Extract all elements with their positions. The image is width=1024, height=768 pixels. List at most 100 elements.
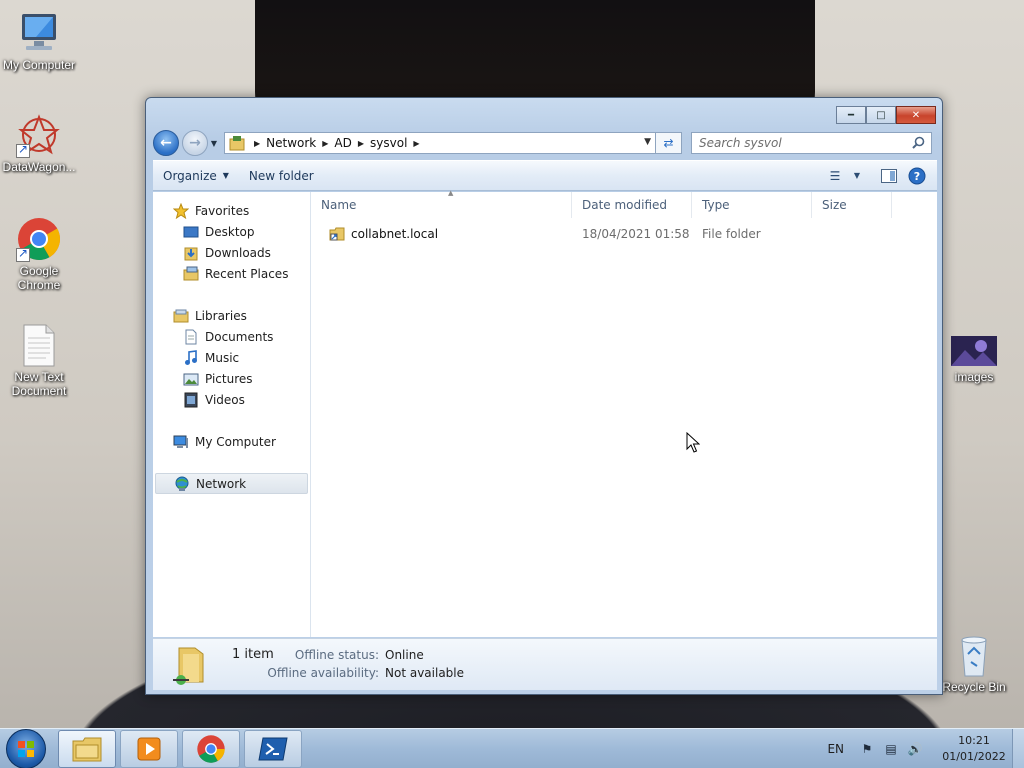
nav-item-music[interactable]: Music	[153, 347, 310, 368]
forward-button[interactable]: →	[182, 130, 208, 156]
column-header-label: Type	[702, 198, 730, 212]
breadcrumb-network[interactable]: Network	[266, 136, 316, 150]
start-orb-icon	[18, 740, 34, 757]
file-type: File folder	[702, 227, 761, 241]
desktop-icon-label: Google Chrome	[17, 264, 61, 292]
view-controls: ☰ ▼ ?	[821, 165, 937, 187]
language-indicator[interactable]: EN	[827, 742, 844, 756]
desktop-icon-label: images	[954, 370, 994, 384]
window-controls: ━ □ ✕	[836, 106, 936, 124]
nav-item-label: Network	[196, 476, 247, 491]
volume-icon[interactable]: 🔊	[906, 741, 924, 757]
minimize-button[interactable]: ━	[836, 106, 866, 124]
show-desktop-button[interactable]	[1012, 728, 1024, 768]
close-icon: ✕	[911, 109, 921, 121]
datawagon-icon	[16, 112, 62, 158]
desktop-icon-datawagon[interactable]: DataWagon...	[0, 112, 78, 174]
command-bar: Organize ▼ New folder ☰ ▼ ?	[153, 160, 937, 191]
nav-item-network[interactable]: Network	[155, 473, 308, 494]
column-header-name[interactable]: Name	[311, 192, 572, 218]
breadcrumb-separator-icon[interactable]: ▶	[254, 139, 260, 148]
address-bar[interactable]: ▶ Network ▶ AD ▶ sysvol ▶ ▼	[224, 132, 656, 154]
desktop-icon-label: Recycle Bin	[942, 680, 1006, 694]
title-bar[interactable]: ━ □ ✕	[146, 98, 942, 128]
taskbar-chrome-button[interactable]	[182, 729, 240, 768]
desktop-icon-images[interactable]: images	[935, 336, 1013, 384]
folder-shortcut-icon	[329, 226, 345, 242]
nav-item-label: Pictures	[205, 371, 253, 386]
desktop-icon-label: My Computer	[2, 58, 76, 72]
nav-item-label: Libraries	[195, 308, 247, 323]
recent-places-icon	[183, 266, 199, 282]
minimize-icon: ━	[847, 109, 855, 121]
sort-indicator-icon: ▲	[448, 189, 454, 197]
address-history-dropdown-icon[interactable]: ▼	[644, 137, 651, 147]
file-list-pane[interactable]: Name Date modified Type Size ▲ collabnet…	[311, 189, 937, 637]
image-thumbnail-icon	[951, 336, 997, 368]
offline-status-label: Offline status:	[294, 648, 379, 662]
recent-pages-dropdown[interactable]: ▼	[208, 139, 220, 148]
breadcrumb-separator-icon[interactable]: ▶	[358, 139, 364, 148]
taskbar-media-player-button[interactable]	[120, 729, 178, 768]
refresh-button[interactable]: ⇄	[656, 132, 682, 154]
close-button[interactable]: ✕	[896, 106, 936, 124]
help-button[interactable]: ?	[903, 165, 931, 187]
my-computer-icon	[16, 10, 62, 56]
offline-availability-value: Not available	[385, 666, 465, 680]
nav-item-label: Videos	[205, 392, 245, 407]
breadcrumb-sysvol[interactable]: sysvol	[370, 136, 407, 150]
change-view-button[interactable]: ☰	[821, 165, 849, 187]
column-header-type[interactable]: Type	[692, 192, 812, 218]
organize-button[interactable]: Organize ▼	[153, 161, 239, 190]
view-options-dropdown[interactable]: ▼	[849, 165, 865, 187]
clock[interactable]: 10:21 01/01/2022	[936, 733, 1012, 765]
clock-time: 10:21	[958, 733, 990, 747]
breadcrumb-ad[interactable]: AD	[334, 136, 351, 150]
column-header-size[interactable]: Size	[812, 192, 892, 218]
search-box[interactable]	[691, 132, 932, 154]
desktop-icon-my-computer[interactable]: My Computer	[0, 10, 78, 72]
nav-item-my-computer[interactable]: My Computer	[153, 431, 310, 452]
chrome-icon	[16, 216, 62, 262]
refresh-icon: ⇄	[663, 136, 674, 150]
action-center-flag-icon[interactable]: ⚑	[858, 741, 876, 757]
nav-item-libraries[interactable]: Libraries	[153, 305, 310, 326]
nav-item-favorites[interactable]: Favorites	[153, 200, 310, 221]
desktop-icon-google-chrome[interactable]: Google Chrome	[0, 216, 78, 292]
chevron-down-icon: ▼	[853, 171, 861, 180]
search-icon[interactable]	[912, 136, 925, 149]
taskbar-powershell-button[interactable]	[244, 729, 302, 768]
navigation-pane[interactable]: Favorites Desktop Downloads Recent Place…	[153, 192, 311, 637]
desktop-icon	[183, 224, 199, 240]
taskbar-explorer-button[interactable]	[58, 729, 116, 768]
content-area: Favorites Desktop Downloads Recent Place…	[153, 189, 937, 637]
nav-item-pictures[interactable]: Pictures	[153, 368, 310, 389]
maximize-icon: □	[876, 109, 886, 121]
shortcut-arrow-icon	[16, 142, 30, 158]
search-input[interactable]	[699, 136, 899, 150]
nav-item-downloads[interactable]: Downloads	[153, 242, 310, 263]
nav-item-desktop[interactable]: Desktop	[153, 221, 310, 242]
star-icon	[172, 202, 190, 219]
start-button[interactable]	[6, 728, 46, 768]
organize-label: Organize	[163, 168, 217, 183]
network-location-icon	[228, 135, 248, 151]
file-row[interactable]: collabnet.local 18/04/2021 01:58 File fo…	[311, 223, 937, 245]
new-folder-button[interactable]: New folder	[239, 161, 324, 190]
videos-icon	[183, 392, 199, 408]
breadcrumb-separator-icon[interactable]: ▶	[322, 139, 328, 148]
back-button[interactable]: ←	[153, 130, 179, 156]
file-name-cell[interactable]: collabnet.local	[311, 226, 572, 242]
nav-item-recent-places[interactable]: Recent Places	[153, 263, 310, 284]
breadcrumb-separator-icon[interactable]: ▶	[413, 139, 419, 148]
preview-pane-button[interactable]	[875, 165, 903, 187]
system-tray: EN ⚑ ▤ 🔊 10:21 01/01/2022	[827, 728, 1024, 768]
column-header-date-modified[interactable]: Date modified	[572, 192, 692, 218]
nav-item-videos[interactable]: Videos	[153, 389, 310, 410]
chevron-down-icon: ▼	[222, 171, 229, 180]
nav-item-documents[interactable]: Documents	[153, 326, 310, 347]
desktop-icon-recycle-bin[interactable]: Recycle Bin	[935, 632, 1013, 694]
desktop-icon-new-text-document[interactable]: New Text Document	[0, 322, 78, 398]
maximize-button[interactable]: □	[866, 106, 896, 124]
network-status-icon[interactable]: ▤	[882, 741, 900, 757]
